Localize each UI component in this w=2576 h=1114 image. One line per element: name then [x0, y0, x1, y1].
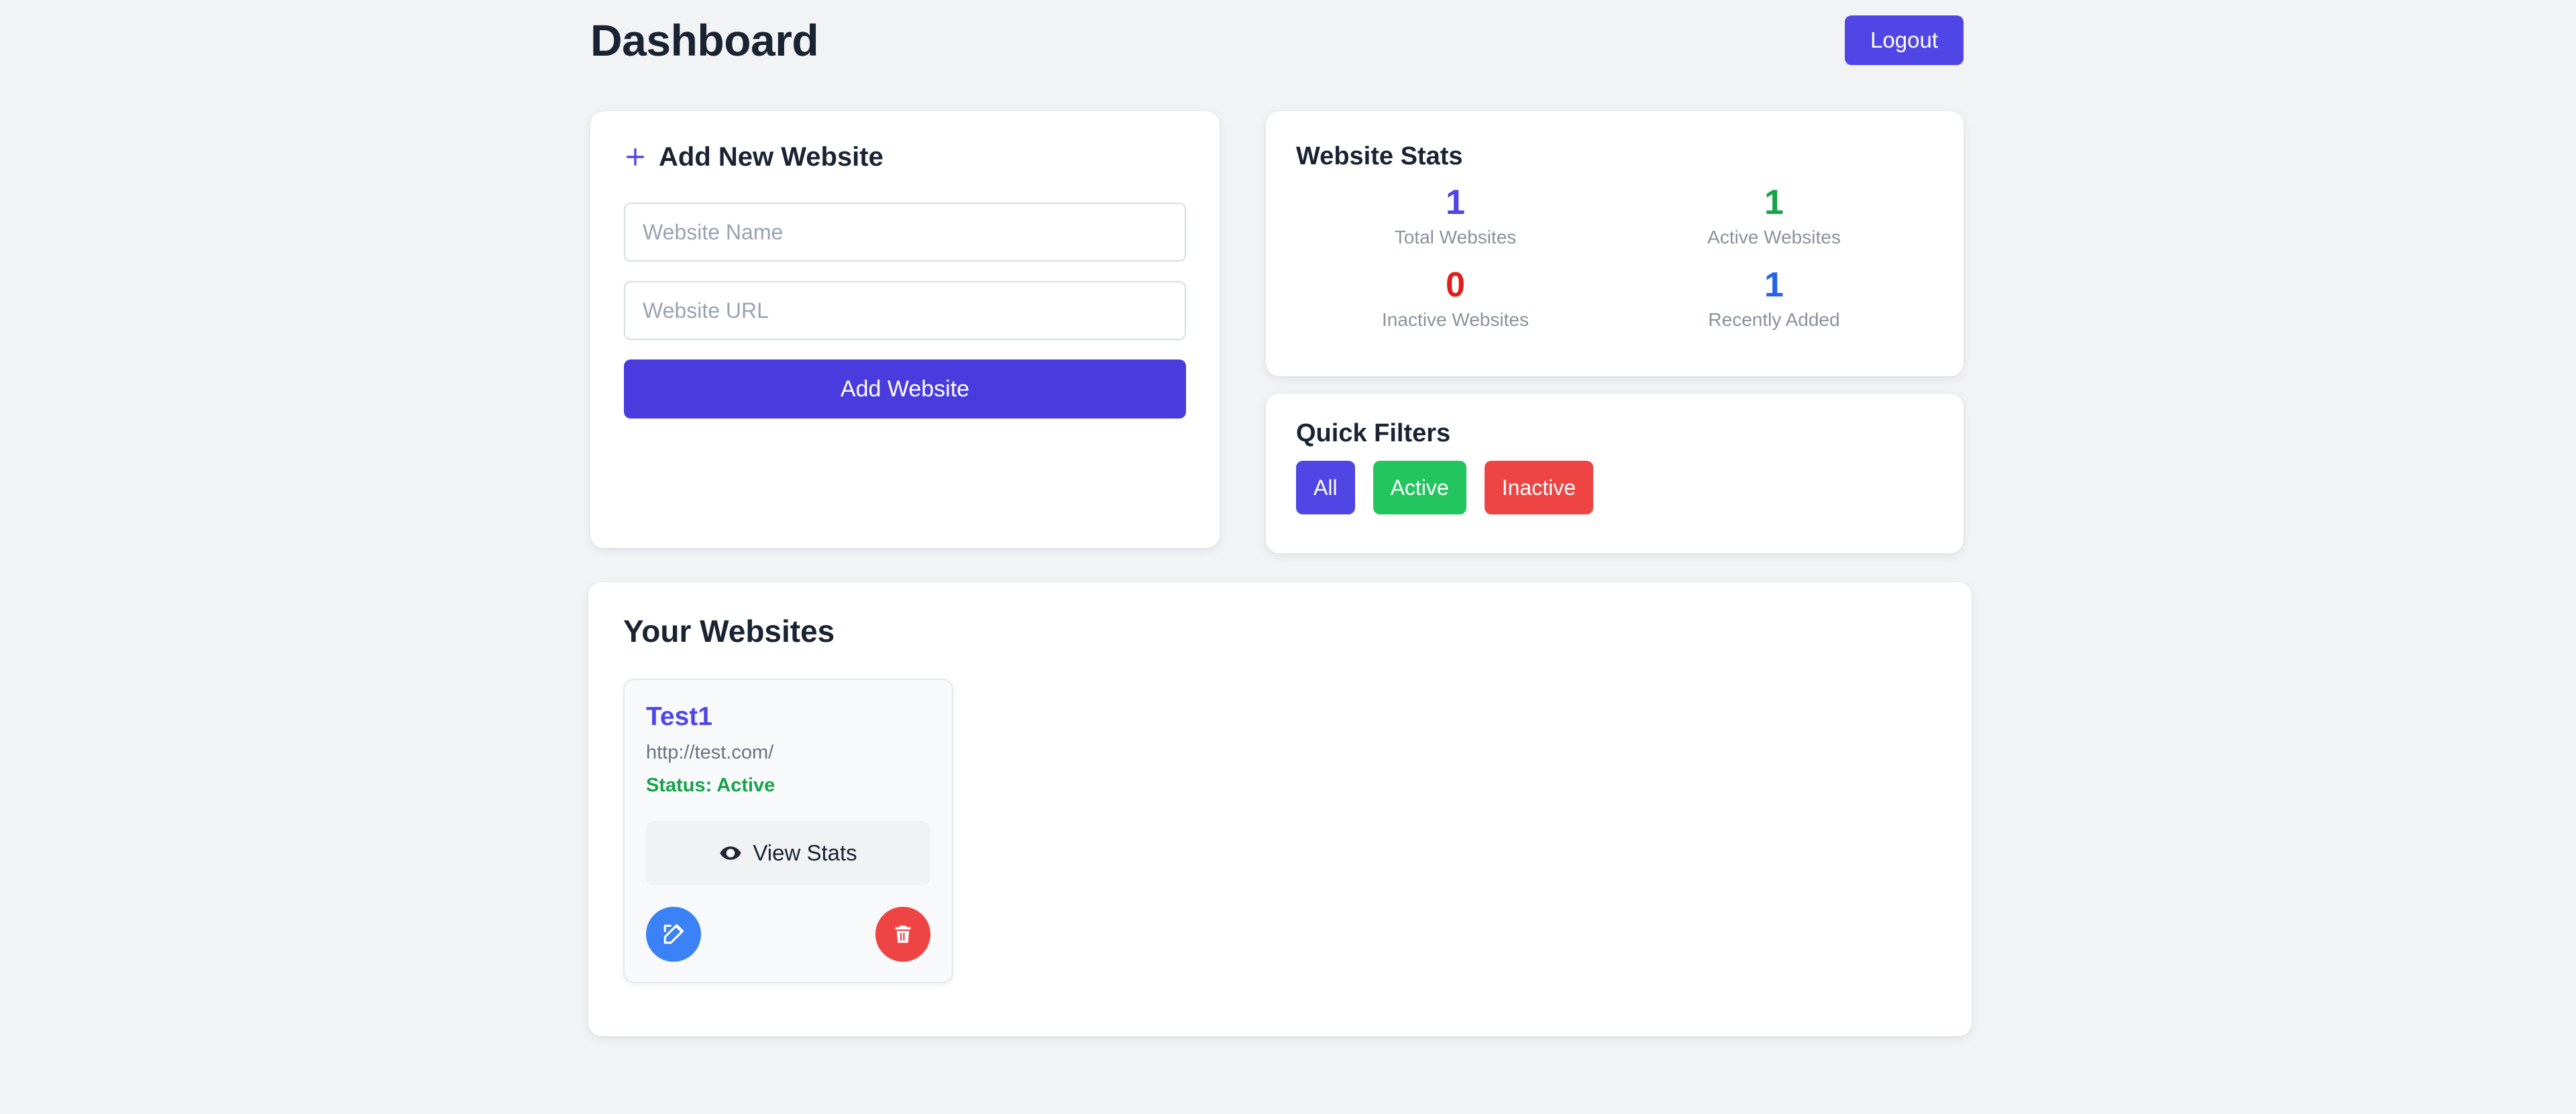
stat-label: Recently Added: [1708, 309, 1840, 330]
stat-value: 1: [1764, 265, 1784, 304]
website-url: http://test.com/: [646, 741, 774, 763]
stat-value: 1: [1446, 183, 1465, 222]
filter-active-button[interactable]: Active: [1373, 461, 1466, 514]
website-status-badge: Status: Active: [646, 774, 775, 796]
filter-inactive-button[interactable]: Inactive: [1484, 461, 1593, 514]
stat-label: Inactive Websites: [1382, 309, 1529, 330]
stat-recently-added: 1 Recently Added: [1615, 266, 1933, 331]
add-new-website-header: Add New Website: [624, 144, 1186, 170]
edit-icon: [661, 922, 686, 947]
stat-label: Total Websites: [1394, 227, 1517, 248]
view-stats-label: View Stats: [753, 840, 857, 866]
stat-value: 0: [1446, 265, 1465, 304]
dashboard-page: Dashboard Logout Add New Website Add Web…: [0, 0, 2576, 1114]
plus-icon: [624, 146, 647, 168]
website-stats-title: Website Stats: [1296, 142, 1463, 170]
stat-active-websites: 1 Active Websites: [1615, 183, 1933, 249]
website-list-item[interactable]: Test1 http://test.com/ Status: Active Vi…: [623, 679, 953, 984]
stat-inactive-websites: 0 Inactive Websites: [1296, 266, 1615, 331]
your-websites-title: Your Websites: [623, 614, 835, 649]
quick-filters-title: Quick Filters: [1296, 419, 1451, 447]
add-new-website-title: Add New Website: [659, 142, 883, 172]
stat-label: Active Websites: [1707, 227, 1841, 248]
page-title: Dashboard: [590, 15, 819, 65]
quick-filters-card: Quick Filters All Active Inactive: [1266, 394, 1964, 553]
add-new-website-card: Add New Website Add Website: [590, 111, 1220, 548]
website-name-input[interactable]: [624, 203, 1186, 262]
website-stats-grid: 1 Total Websites 1 Active Websites 0 Ina…: [1296, 183, 1933, 331]
website-url-input[interactable]: [624, 281, 1186, 340]
eye-icon: [719, 842, 742, 865]
view-stats-button[interactable]: View Stats: [646, 821, 930, 886]
website-stats-card: Website Stats 1 Total Websites 1 Active …: [1266, 111, 1964, 376]
logout-button[interactable]: Logout: [1845, 15, 1964, 65]
website-name: Test1: [646, 702, 712, 731]
website-list: Test1 http://test.com/ Status: Active Vi…: [623, 679, 1937, 984]
your-websites-card: Your Websites Test1 http://test.com/ Sta…: [588, 582, 1972, 1036]
quick-filters-row: All Active Inactive: [1296, 461, 1933, 514]
filter-all-button[interactable]: All: [1296, 461, 1355, 514]
edit-website-button[interactable]: [646, 907, 701, 962]
trash-icon: [892, 923, 914, 946]
stat-total-websites: 1 Total Websites: [1296, 183, 1615, 249]
page-header: Dashboard Logout: [590, 0, 1964, 80]
add-website-button[interactable]: Add Website: [624, 359, 1186, 419]
website-actions: [646, 907, 930, 962]
delete-website-button[interactable]: [875, 907, 930, 962]
stat-value: 1: [1764, 183, 1784, 222]
